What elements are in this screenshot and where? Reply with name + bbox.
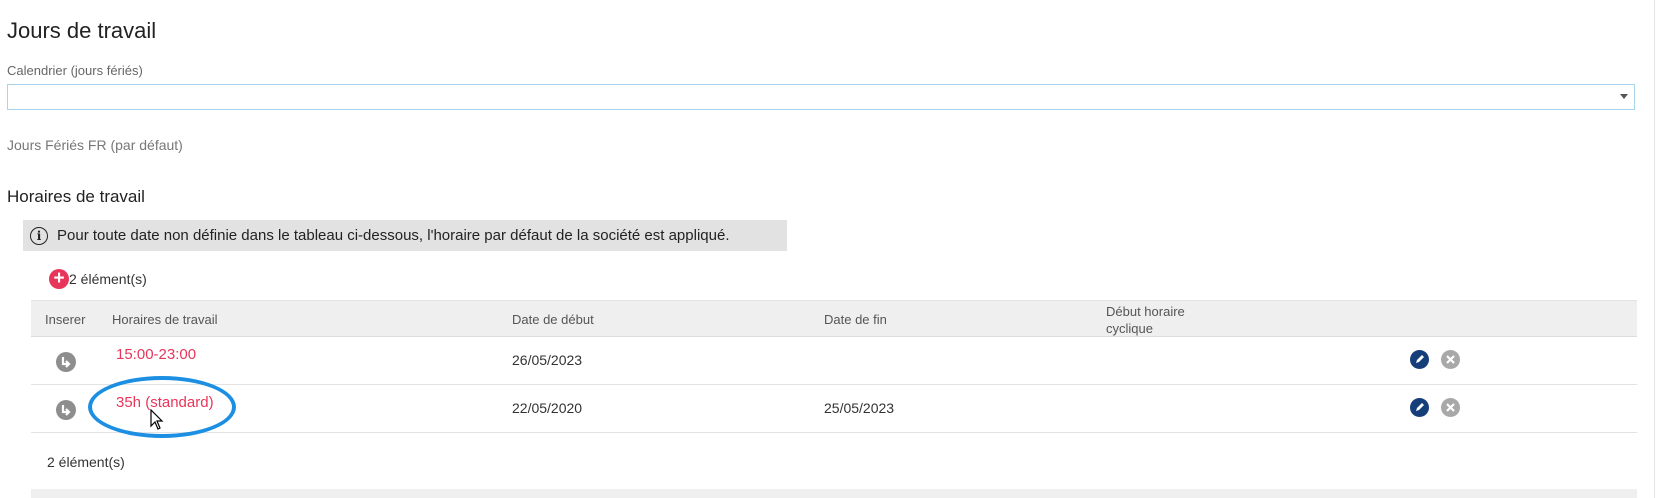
- column-schedule[interactable]: Horaires de travail: [112, 312, 218, 327]
- start-date: 26/05/2023: [512, 352, 583, 368]
- plus-circle-icon[interactable]: +: [49, 269, 69, 289]
- column-insert: Inserer: [45, 312, 86, 327]
- end-date: 25/05/2023: [824, 400, 895, 416]
- edit-icon[interactable]: [1410, 398, 1429, 417]
- calendar-select[interactable]: [7, 84, 1635, 110]
- column-cyclic-start[interactable]: Début horaire cyclique: [1106, 303, 1185, 337]
- page-scrollbar[interactable]: [1654, 0, 1655, 498]
- table-header: Inserer Horaires de travail Date de débu…: [31, 300, 1637, 337]
- info-circle-icon: i: [30, 226, 48, 245]
- column-end-date[interactable]: Date de fin: [824, 312, 887, 327]
- column-start-date[interactable]: Date de début: [512, 312, 594, 327]
- insert-arrow-icon[interactable]: [56, 400, 76, 420]
- calendar-default-text: Jours Fériés FR (par défaut): [7, 137, 183, 153]
- element-count-top: 2 élément(s): [69, 271, 147, 287]
- table-footer-bar: [31, 489, 1637, 498]
- chevron-down-icon[interactable]: [1620, 94, 1628, 99]
- info-banner: i Pour toute date non définie dans le ta…: [23, 220, 787, 251]
- edit-icon[interactable]: [1410, 350, 1429, 369]
- mouse-cursor-icon: [150, 409, 164, 430]
- start-date: 22/05/2020: [512, 400, 583, 416]
- schedules-section-title: Horaires de travail: [7, 187, 145, 206]
- table-row: 35h (standard) 22/05/2020 25/05/2023: [31, 385, 1637, 433]
- element-count-bottom: 2 élément(s): [47, 454, 125, 470]
- column-cyclic-line2: cyclique: [1106, 321, 1153, 336]
- delete-x-icon[interactable]: [1441, 398, 1460, 417]
- calendar-label: Calendrier (jours fériés): [7, 63, 143, 78]
- info-banner-text: Pour toute date non définie dans le tabl…: [57, 227, 730, 244]
- add-row-control: + 2 élément(s): [49, 269, 147, 289]
- schedule-link[interactable]: 15:00-23:00: [116, 346, 196, 363]
- table-row: 15:00-23:00 26/05/2023: [31, 337, 1637, 385]
- insert-arrow-icon[interactable]: [56, 352, 76, 372]
- delete-x-icon[interactable]: [1441, 350, 1460, 369]
- column-cyclic-line1: Début horaire: [1106, 304, 1185, 319]
- schedules-table: Inserer Horaires de travail Date de débu…: [31, 300, 1637, 433]
- page-title: Jours de travail: [7, 18, 157, 43]
